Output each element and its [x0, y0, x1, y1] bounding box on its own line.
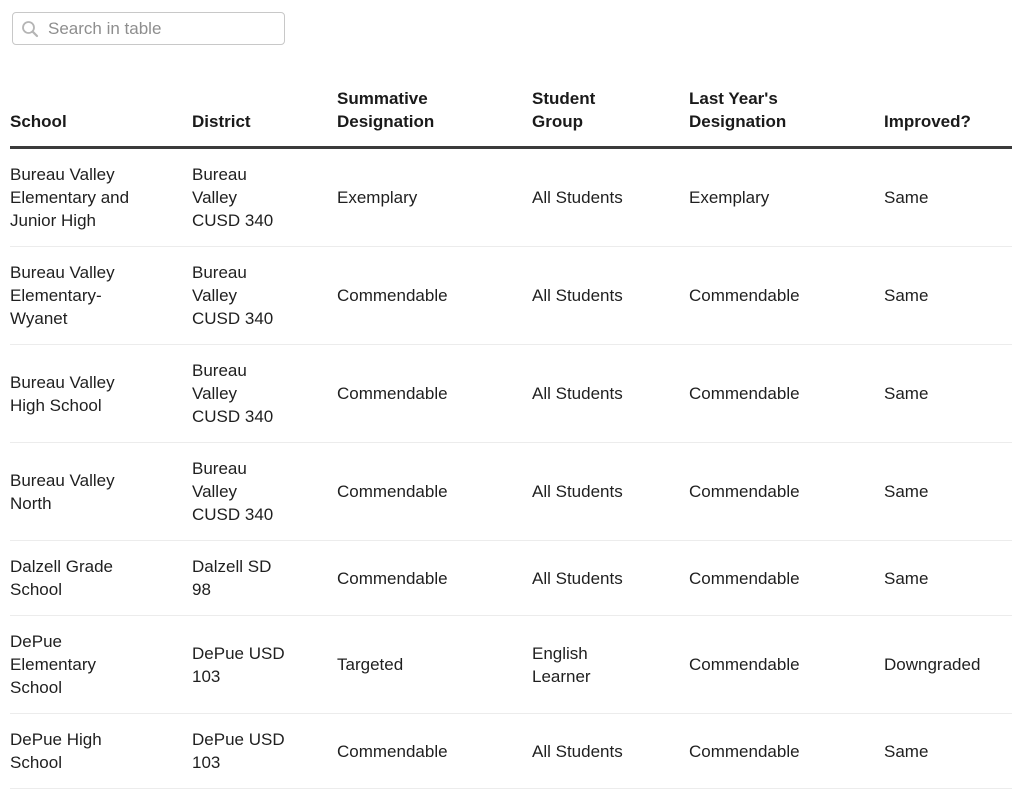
column-header-last: Last Year's Designation: [689, 87, 884, 148]
cell-group: All Students: [532, 247, 689, 345]
cell-improved: Same: [884, 345, 1012, 443]
cell-school: Bureau Valley North: [10, 443, 192, 541]
column-header-district: District: [192, 87, 337, 148]
cell-improved: Downgraded: [884, 616, 1012, 714]
table-row: DePue High SchoolDePue USD 103Commendabl…: [10, 714, 1012, 789]
cell-last: Commendable: [689, 443, 884, 541]
cell-school: Bureau Valley High School: [10, 345, 192, 443]
cell-school: DePue High School: [10, 714, 192, 789]
cell-last: Commendable: [689, 345, 884, 443]
cell-group: All Students: [532, 148, 689, 247]
column-header-group: Student Group: [532, 87, 689, 148]
column-header-improved: Improved?: [884, 87, 1012, 148]
cell-district: DePue USD 103: [192, 616, 337, 714]
magnifier-icon: [21, 20, 39, 38]
cell-district: Bureau Valley CUSD 340: [192, 443, 337, 541]
cell-last: Exemplary: [689, 148, 884, 247]
cell-last: Commendable: [689, 247, 884, 345]
cell-improved: Same: [884, 148, 1012, 247]
cell-group: English Learner: [532, 616, 689, 714]
cell-district: Dalzell SD 98: [192, 541, 337, 616]
cell-last: Commendable: [689, 541, 884, 616]
cell-summ: Exemplary: [337, 148, 532, 247]
table-row: Bureau Valley Elementary and Junior High…: [10, 148, 1012, 247]
table-row: Bureau Valley Elementary-WyanetBureau Va…: [10, 247, 1012, 345]
cell-improved: Same: [884, 443, 1012, 541]
search-box[interactable]: [12, 12, 285, 45]
schools-table: SchoolDistrictSummative DesignationStude…: [10, 87, 1012, 789]
cell-school: DePue Elementary School: [10, 616, 192, 714]
cell-improved: Same: [884, 541, 1012, 616]
cell-summ: Commendable: [337, 541, 532, 616]
cell-group: All Students: [532, 443, 689, 541]
cell-group: All Students: [532, 345, 689, 443]
cell-district: DePue USD 103: [192, 714, 337, 789]
cell-school: Bureau Valley Elementary-Wyanet: [10, 247, 192, 345]
column-header-summ: Summative Designation: [337, 87, 532, 148]
schools-table-container: SchoolDistrictSummative DesignationStude…: [10, 87, 1012, 789]
cell-improved: Same: [884, 714, 1012, 789]
cell-summ: Commendable: [337, 443, 532, 541]
table-header-row: SchoolDistrictSummative DesignationStude…: [10, 87, 1012, 148]
search-bar: [0, 0, 1024, 57]
cell-district: Bureau Valley CUSD 340: [192, 148, 337, 247]
search-input[interactable]: [48, 19, 276, 39]
table-row: Bureau Valley High SchoolBureau Valley C…: [10, 345, 1012, 443]
cell-district: Bureau Valley CUSD 340: [192, 345, 337, 443]
table-row: Bureau Valley NorthBureau Valley CUSD 34…: [10, 443, 1012, 541]
cell-improved: Same: [884, 247, 1012, 345]
cell-summ: Targeted: [337, 616, 532, 714]
cell-school: Bureau Valley Elementary and Junior High: [10, 148, 192, 247]
cell-school: Dalzell Grade School: [10, 541, 192, 616]
cell-district: Bureau Valley CUSD 340: [192, 247, 337, 345]
cell-last: Commendable: [689, 616, 884, 714]
cell-group: All Students: [532, 541, 689, 616]
cell-summ: Commendable: [337, 714, 532, 789]
table-row: Dalzell Grade SchoolDalzell SD 98Commend…: [10, 541, 1012, 616]
cell-group: All Students: [532, 714, 689, 789]
table-row: DePue Elementary SchoolDePue USD 103Targ…: [10, 616, 1012, 714]
cell-summ: Commendable: [337, 247, 532, 345]
cell-summ: Commendable: [337, 345, 532, 443]
cell-last: Commendable: [689, 714, 884, 789]
column-header-school: School: [10, 87, 192, 148]
